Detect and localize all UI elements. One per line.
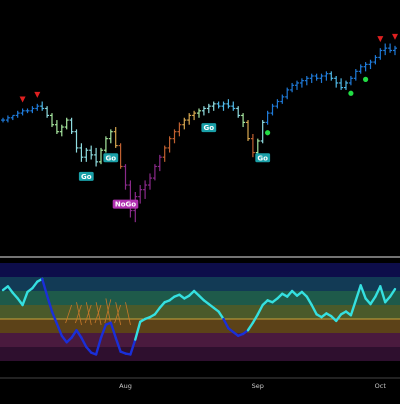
chart-svg: Go Go NoGo Go Go Aug Sep Oct	[0, 0, 400, 400]
signal-dot	[348, 90, 354, 96]
chart-root: Go Go NoGo Go Go Aug Sep Oct	[0, 0, 400, 400]
go-label-text: Go	[257, 154, 268, 162]
go-label-text: NoGo	[115, 201, 136, 209]
x-axis-month-label: Sep	[252, 382, 264, 390]
go-label-text: Go	[204, 124, 215, 132]
x-axis-month-label: Oct	[375, 382, 387, 390]
signal-dot	[363, 76, 369, 82]
go-label-text: Go	[81, 173, 92, 181]
go-label-text: Go	[106, 154, 117, 162]
oscillator-band	[0, 277, 400, 291]
oscillator-band	[0, 347, 400, 361]
oscillator-band	[0, 263, 400, 277]
signal-dot	[265, 130, 271, 136]
oscillator-band	[0, 333, 400, 347]
x-axis-month-label: Aug	[119, 382, 132, 390]
